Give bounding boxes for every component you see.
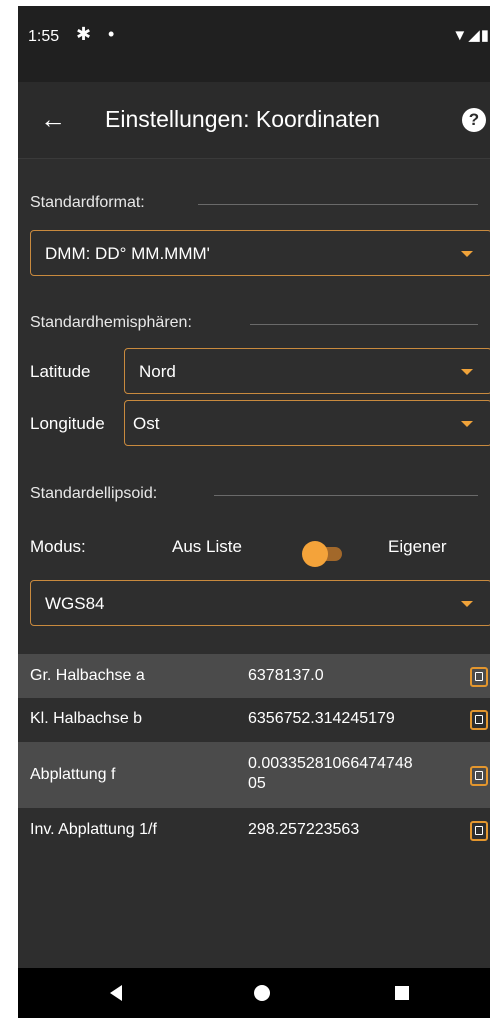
back-arrow-icon[interactable]: ← xyxy=(40,104,66,135)
param-value: 6378137.0 xyxy=(248,667,324,684)
copy-icon[interactable] xyxy=(470,710,488,730)
mode-option-custom[interactable]: Eigener xyxy=(388,537,447,557)
table-row: Abplattung f 0.00335281066474748 05 xyxy=(18,742,490,808)
system-status-icons: ▼◢▮ xyxy=(452,27,490,44)
status-time: 1:55 xyxy=(28,28,60,45)
param-name: Kl. Halbachse b xyxy=(30,710,143,727)
ellipsoid-dropdown[interactable]: WGS84 xyxy=(30,580,490,626)
copy-icon[interactable] xyxy=(470,667,488,687)
toggle-knob xyxy=(302,541,328,567)
standard-format-label: Standardformat: xyxy=(30,194,145,211)
table-row: Inv. Abplattung 1/f 298.257223563 xyxy=(18,808,490,852)
standard-format-value: DMM: DD° MM.MMM' xyxy=(45,244,210,263)
chevron-down-icon xyxy=(461,369,473,375)
help-icon[interactable]: ? xyxy=(462,108,486,132)
param-value: 298.257223563 xyxy=(248,821,360,838)
nav-home-icon[interactable] xyxy=(254,985,270,1001)
nav-recents-icon[interactable] xyxy=(395,986,409,1000)
divider xyxy=(214,495,478,496)
copy-icon[interactable] xyxy=(470,821,488,841)
latitude-dropdown[interactable]: Nord xyxy=(124,348,490,394)
notification-dot: • xyxy=(108,24,115,44)
table-row: Gr. Halbachse a 6378137.0 xyxy=(18,654,490,698)
param-name: Abplattung f xyxy=(30,766,116,783)
page-title: Einstellungen: Koordinaten xyxy=(105,106,380,132)
standard-hemispheres-label: Standardhemisphären: xyxy=(30,314,192,331)
phone-screen: 1:55 ✱ • ▼◢▮ ← Einstellungen: Koordinate… xyxy=(18,6,490,1018)
chevron-down-icon xyxy=(461,601,473,607)
longitude-value: Ost xyxy=(133,414,160,433)
divider xyxy=(250,324,478,325)
table-row: Kl. Halbachse b 6356752.314245179 xyxy=(18,698,490,742)
divider xyxy=(198,204,478,205)
mode-label: Modus: xyxy=(30,537,86,556)
app-bar: ← Einstellungen: Koordinaten ? xyxy=(18,82,490,159)
param-value: 6356752.314245179 xyxy=(248,710,395,727)
copy-icon[interactable] xyxy=(470,766,488,786)
standard-ellipsoid-label: Standardellipsoid: xyxy=(30,485,158,502)
longitude-dropdown[interactable]: Ost xyxy=(124,400,490,446)
param-value: 0.00335281066474748 05 xyxy=(248,755,413,792)
longitude-label: Longitude xyxy=(30,414,105,433)
latitude-value: Nord xyxy=(139,362,176,381)
mode-toggle[interactable] xyxy=(302,541,342,567)
mode-option-list[interactable]: Aus Liste xyxy=(172,537,242,557)
chevron-down-icon xyxy=(461,421,473,427)
chevron-down-icon xyxy=(461,251,473,257)
status-bar: 1:55 ✱ • ▼◢▮ xyxy=(18,6,490,82)
standard-format-dropdown[interactable]: DMM: DD° MM.MMM' xyxy=(30,230,490,276)
param-name: Inv. Abplattung 1/f xyxy=(30,821,157,838)
ellipsoid-value: WGS84 xyxy=(45,594,105,613)
param-name: Gr. Halbachse a xyxy=(30,667,145,684)
gear-icon: ✱ xyxy=(76,24,92,44)
system-navigation-bar xyxy=(18,968,490,1018)
latitude-label: Latitude xyxy=(30,362,91,381)
nav-back-icon[interactable] xyxy=(110,985,122,1001)
